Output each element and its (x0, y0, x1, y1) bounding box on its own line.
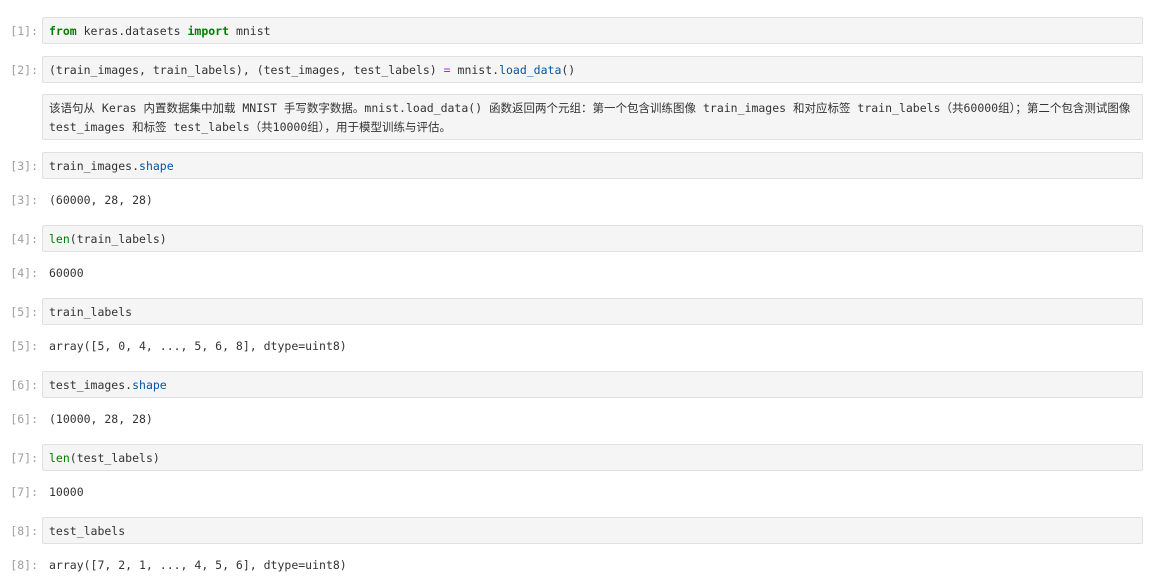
output-prompt: [6]: (10, 412, 38, 426)
code-cell-1: [1]: from keras.datasets import mnist (0, 17, 1151, 44)
notebook: [1]: from keras.datasets import mnist [2… (0, 0, 1151, 582)
code-input-area[interactable]: train_images.shape (42, 152, 1143, 179)
code-token: (test_labels) (69, 451, 160, 465)
code-line: test_images.shape (49, 378, 167, 392)
code-cell-4: [4]: len(train_labels) (0, 225, 1151, 252)
output-cell-6: [6]: (10000, 28, 28) (0, 412, 1151, 428)
code-input-area[interactable]: (train_images, train_labels), (test_imag… (42, 56, 1143, 83)
code-token: (train_images, train_labels), (test_imag… (49, 63, 444, 77)
code-token: train_images. (49, 159, 140, 173)
output-cell-8: [8]: array([7, 2, 1, ..., 4, 5, 6], dtyp… (0, 558, 1151, 574)
operator-token: = (443, 63, 451, 77)
code-cell-2: [2]: (train_images, train_labels), (test… (0, 56, 1151, 83)
code-input-area[interactable]: test_labels (42, 517, 1143, 544)
input-prompt: [4]: (10, 232, 38, 246)
output-text: (10000, 28, 28) (49, 412, 153, 426)
output-prompt: [7]: (10, 485, 38, 499)
code-token: keras.datasets (76, 24, 188, 38)
output-cell-7: [7]: 10000 (0, 485, 1151, 501)
code-input-area[interactable]: len(test_labels) (42, 444, 1143, 471)
input-prompt: [1]: (10, 24, 38, 38)
code-input-area[interactable]: test_images.shape (42, 371, 1143, 398)
code-input-area[interactable]: len(train_labels) (42, 225, 1143, 252)
output-cell-5: [5]: array([5, 0, 4, ..., 5, 6, 8], dtyp… (0, 339, 1151, 355)
code-line: len(test_labels) (49, 451, 160, 465)
code-token: test_labels (49, 524, 126, 538)
output-prompt: [8]: (10, 558, 38, 572)
code-token: train_labels (49, 305, 133, 319)
code-line: len(train_labels) (49, 232, 167, 246)
code-input-area[interactable]: from keras.datasets import mnist (42, 17, 1143, 44)
input-prompt: [3]: (10, 159, 38, 173)
code-cell-6: [6]: test_images.shape (0, 371, 1151, 398)
code-token: mnist. (450, 63, 500, 77)
output-prompt: [3]: (10, 193, 38, 207)
input-prompt: [7]: (10, 451, 38, 465)
input-prompt: [8]: (10, 524, 38, 538)
output-prompt: [4]: (10, 266, 38, 280)
output-text: array([7, 2, 1, ..., 4, 5, 6], dtype=uin… (49, 558, 347, 572)
code-line: from keras.datasets import mnist (49, 24, 271, 38)
output-text: (60000, 28, 28) (49, 193, 153, 207)
code-token: () (561, 63, 576, 77)
code-token: test_images. (49, 378, 133, 392)
code-cell-5: [5]: train_labels (0, 298, 1151, 325)
input-prompt: [2]: (10, 63, 38, 77)
function-token: load_data (499, 63, 562, 77)
input-prompt: [5]: (10, 305, 38, 319)
code-line: train_labels (49, 305, 132, 319)
keyword-token: from (49, 24, 77, 38)
code-line: test_labels (49, 524, 125, 538)
builtin-token: len (49, 232, 70, 246)
output-cell-4: [4]: 60000 (0, 266, 1151, 282)
attribute-token: shape (132, 378, 167, 392)
markdown-cell[interactable]: 该语句从 Keras 内置数据集中加载 MNIST 手写数字数据。mnist.l… (42, 94, 1143, 140)
code-token: mnist (229, 24, 271, 38)
output-text: 10000 (49, 485, 84, 499)
code-token: (train_labels) (69, 232, 167, 246)
code-cell-3: [3]: train_images.shape (0, 152, 1151, 179)
code-input-area[interactable]: train_labels (42, 298, 1143, 325)
code-line: (train_images, train_labels), (test_imag… (49, 63, 575, 77)
output-cell-3: [3]: (60000, 28, 28) (0, 193, 1151, 209)
builtin-token: len (49, 451, 70, 465)
output-text: array([5, 0, 4, ..., 5, 6, 8], dtype=uin… (49, 339, 347, 353)
attribute-token: shape (139, 159, 174, 173)
input-prompt: [6]: (10, 378, 38, 392)
keyword-token: import (187, 24, 230, 38)
code-line: train_images.shape (49, 159, 174, 173)
code-cell-8: [8]: test_labels (0, 517, 1151, 544)
output-text: 60000 (49, 266, 84, 280)
code-cell-7: [7]: len(test_labels) (0, 444, 1151, 471)
output-prompt: [5]: (10, 339, 38, 353)
